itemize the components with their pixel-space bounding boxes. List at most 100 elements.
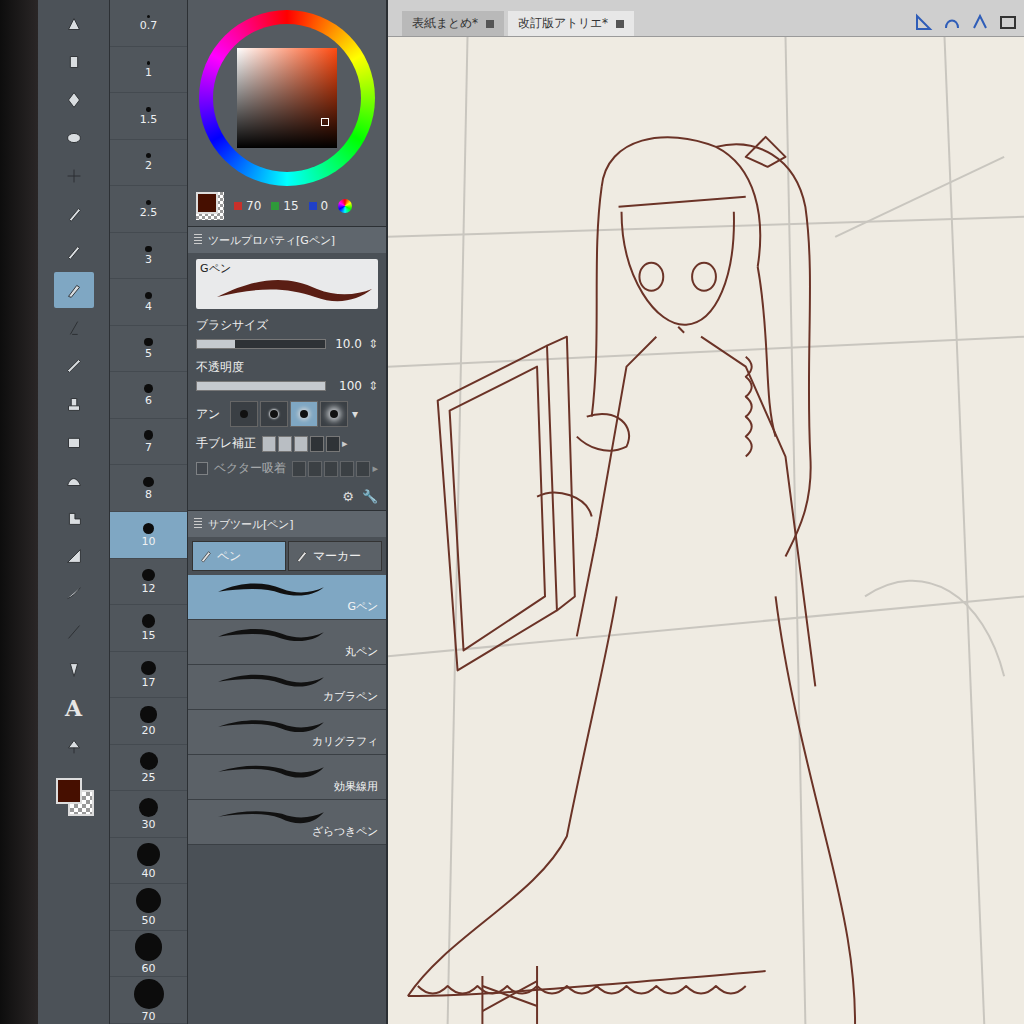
- spin-arrows-icon[interactable]: ⇕: [368, 337, 378, 351]
- tool-icon: [63, 393, 85, 415]
- sub-tool-item[interactable]: 丸ペン: [188, 620, 386, 665]
- color-swatches[interactable]: [52, 774, 96, 820]
- tool-button[interactable]: [54, 234, 94, 270]
- brush-size-item[interactable]: 30: [110, 791, 187, 838]
- brush-size-item[interactable]: 15: [110, 605, 187, 652]
- size-dot-icon: [147, 15, 150, 18]
- current-color-swatch[interactable]: [196, 192, 224, 220]
- brush-size-item[interactable]: 6: [110, 372, 187, 419]
- tool-button[interactable]: [54, 538, 94, 574]
- color-set-icon[interactable]: [338, 199, 352, 213]
- dropdown-arrow-icon[interactable]: ▾: [350, 407, 358, 421]
- tool-button[interactable]: [54, 348, 94, 384]
- tool-icon: [63, 469, 85, 491]
- tool-button[interactable]: [54, 196, 94, 232]
- size-dot-icon: [141, 661, 156, 676]
- tool-button[interactable]: A: [54, 690, 94, 726]
- brush-size-item[interactable]: 5: [110, 326, 187, 373]
- tool-button[interactable]: [54, 728, 94, 764]
- close-icon[interactable]: [616, 20, 624, 28]
- sub-tool-item[interactable]: 効果線用: [188, 755, 386, 800]
- size-dot-icon: [137, 843, 160, 866]
- tool-button[interactable]: [54, 652, 94, 688]
- main-color-swatch[interactable]: [56, 778, 82, 804]
- document-tab[interactable]: 表紙まとめ*: [402, 11, 504, 36]
- stabilization-control[interactable]: ▸: [262, 436, 348, 452]
- brush-size-item[interactable]: 8: [110, 465, 187, 512]
- window-icon[interactable]: [998, 12, 1018, 32]
- tool-button[interactable]: [54, 386, 94, 422]
- brush-size-item[interactable]: 4: [110, 279, 187, 326]
- tool-icon: [63, 89, 85, 111]
- brush-size-item[interactable]: 0.7: [110, 0, 187, 47]
- tool-icon: [63, 203, 85, 225]
- antialias-option[interactable]: [290, 401, 318, 427]
- tool-button[interactable]: [54, 576, 94, 612]
- brush-size-item[interactable]: 2: [110, 140, 187, 187]
- document-tab[interactable]: 改訂版アトリエ*: [508, 11, 634, 36]
- wrench-icon[interactable]: 🔧: [362, 489, 378, 504]
- size-dot-icon: [143, 477, 153, 487]
- brush-size-item[interactable]: 3: [110, 233, 187, 280]
- tool-button[interactable]: [54, 272, 94, 308]
- spin-arrows-icon[interactable]: ⇕: [368, 379, 378, 393]
- vector-snap-checkbox[interactable]: [196, 462, 208, 475]
- tool-icon: [63, 431, 85, 453]
- tool-icon: [63, 127, 85, 149]
- antialias-option[interactable]: [230, 401, 258, 427]
- tool-button[interactable]: [54, 6, 94, 42]
- brush-size-item[interactable]: 40: [110, 838, 187, 885]
- brush-size-item[interactable]: 10: [110, 512, 187, 559]
- close-icon[interactable]: [486, 20, 494, 28]
- antialias-option[interactable]: [320, 401, 348, 427]
- vector-snap-row: ベクター吸着 ▸: [196, 460, 378, 477]
- sub-tool-item[interactable]: ざらつきペン: [188, 800, 386, 845]
- tool-icon: [63, 545, 85, 567]
- tool-icon: [63, 735, 85, 757]
- tool-button[interactable]: [54, 44, 94, 80]
- tool-button[interactable]: [54, 462, 94, 498]
- brush-size-item[interactable]: 17: [110, 652, 187, 699]
- brush-size-item[interactable]: 7: [110, 419, 187, 466]
- saturation-value-square[interactable]: [237, 48, 337, 148]
- tool-property-panel: Gペン ブラシサイズ 10.0 ⇕ 不透明度 100 ⇕ アン ▾ 手ブレ補正 …: [188, 253, 386, 510]
- tool-icon: [63, 659, 85, 681]
- sub-tool-tab[interactable]: ペン: [192, 541, 286, 571]
- sub-tool-tab[interactable]: マーカー: [288, 541, 382, 571]
- panel-column: 70 15 0 ツールプロパティ[Gペン] Gペン ブラシサイズ 10.0 ⇕ …: [188, 0, 388, 1024]
- tool-button[interactable]: [54, 614, 94, 650]
- size-dot-icon: [142, 614, 156, 628]
- brush-size-item[interactable]: 50: [110, 884, 187, 931]
- opacity-slider[interactable]: [196, 381, 326, 391]
- tool-button[interactable]: [54, 500, 94, 536]
- drawing-canvas[interactable]: [388, 37, 1024, 1024]
- brush-size-item[interactable]: 20: [110, 698, 187, 745]
- brush-stroke-icon: [196, 712, 346, 734]
- brush-size-item[interactable]: 25: [110, 745, 187, 792]
- tool-icon: [63, 241, 85, 263]
- sub-tool-item[interactable]: Gペン: [188, 575, 386, 620]
- color-wheel[interactable]: [199, 10, 375, 186]
- brush-size-item[interactable]: 70: [110, 977, 187, 1024]
- brush-size-item[interactable]: 1: [110, 47, 187, 94]
- ruler-icon[interactable]: [914, 12, 934, 32]
- tool-button[interactable]: [54, 310, 94, 346]
- tool-button[interactable]: [54, 158, 94, 194]
- tool-button[interactable]: [54, 424, 94, 460]
- brush-size-item[interactable]: 1.5: [110, 93, 187, 140]
- sub-tool-item[interactable]: カリグラフィ: [188, 710, 386, 755]
- snap-special-icon[interactable]: [970, 12, 990, 32]
- brush-size-item[interactable]: 2.5: [110, 186, 187, 233]
- screen: A 0.7 1 1.5 2 2.5 3 4 5 6 7 8 10 12 15 1…: [0, 0, 1024, 1024]
- size-dot-icon: [147, 61, 151, 65]
- antialias-option[interactable]: [260, 401, 288, 427]
- tool-button[interactable]: [54, 82, 94, 118]
- sub-tool-item[interactable]: カブラペン: [188, 665, 386, 710]
- brush-size-slider[interactable]: [196, 339, 326, 349]
- settings-icon[interactable]: ⚙: [342, 489, 354, 504]
- brush-size-item[interactable]: 60: [110, 931, 187, 978]
- tool-button[interactable]: [54, 120, 94, 156]
- snap-icon[interactable]: [942, 12, 962, 32]
- brush-stroke-icon: [196, 667, 346, 689]
- brush-size-item[interactable]: 12: [110, 559, 187, 606]
